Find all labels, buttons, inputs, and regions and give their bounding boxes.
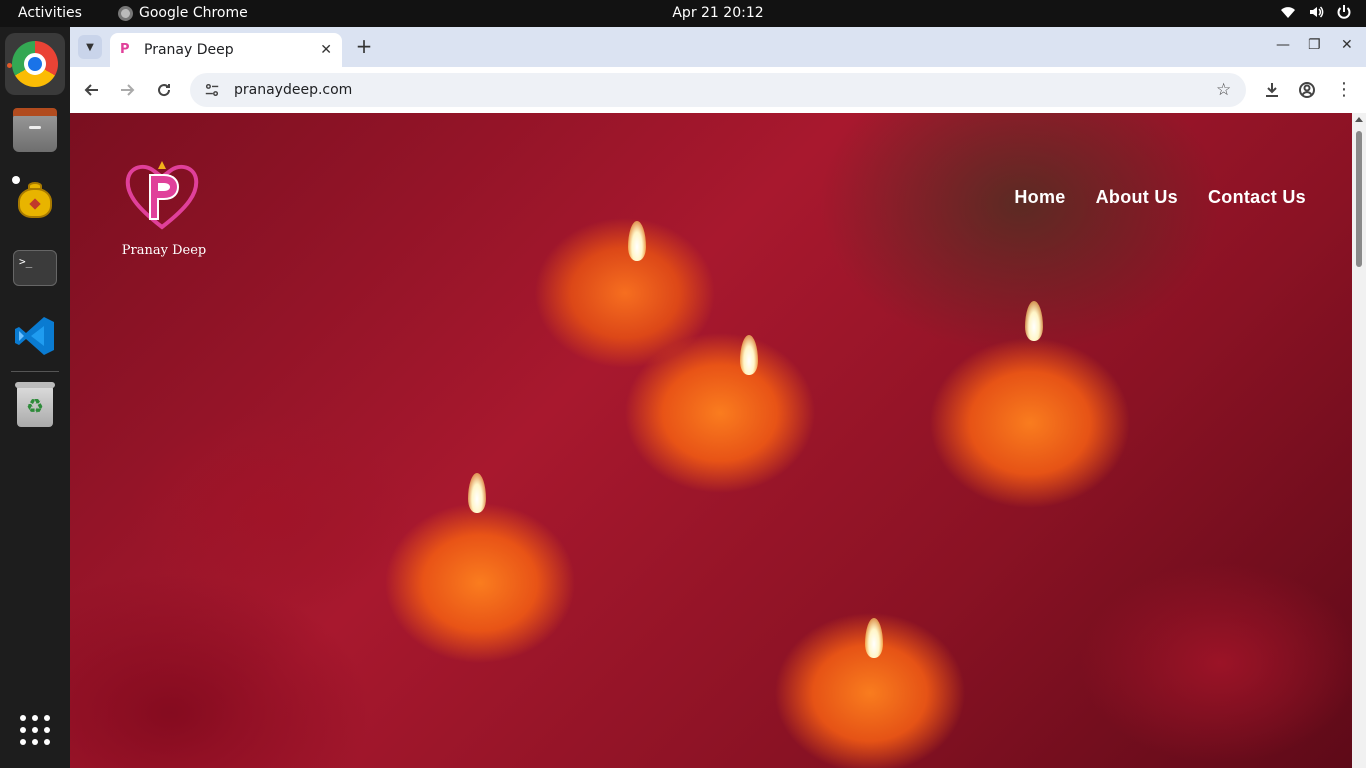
heart-p-logo-icon [125, 161, 199, 230]
logo-caption: Pranay Deep [121, 243, 207, 258]
download-icon [1266, 83, 1278, 97]
site-info-icon[interactable] [202, 80, 222, 100]
chrome-small-icon [118, 5, 133, 21]
dock-vscode[interactable] [5, 305, 65, 367]
downloads-button[interactable] [1260, 78, 1284, 102]
chevron-down-icon: ▼ [86, 41, 94, 53]
clock[interactable]: Apr 21 20:12 [672, 5, 763, 21]
site-nav: Home About Us Contact Us [1014, 187, 1306, 208]
more-vertical-icon: ⋮ [1335, 79, 1353, 100]
profile-button[interactable] [1295, 78, 1319, 102]
minimize-button[interactable]: — [1276, 37, 1290, 53]
dock-files[interactable] [5, 101, 65, 163]
tab-title: Pranay Deep [144, 42, 234, 58]
site-logo[interactable]: Pranay Deep [114, 141, 214, 266]
volume-icon[interactable] [1308, 4, 1324, 24]
dock-teapot[interactable] [5, 169, 65, 231]
running-indicator [7, 63, 12, 68]
power-icon[interactable] [1336, 4, 1352, 24]
system-tray[interactable] [1280, 4, 1352, 24]
terminal-icon: >_ [13, 250, 57, 286]
maximize-button[interactable]: ❐ [1308, 37, 1321, 53]
dock-separator [11, 371, 59, 372]
dock-chrome[interactable] [5, 33, 65, 95]
tab-search-button[interactable]: ▼ [78, 35, 102, 59]
address-bar[interactable]: pranaydeep.com ☆ [190, 73, 1246, 107]
nav-home[interactable]: Home [1014, 187, 1065, 208]
nav-about-us[interactable]: About Us [1096, 187, 1178, 208]
scrollbar-thumb[interactable] [1356, 131, 1362, 267]
url-text[interactable]: pranaydeep.com [234, 82, 1216, 98]
system-top-bar: Activities Google Chrome Apr 21 20:12 [0, 0, 1366, 27]
dock: >_ ♻ [0, 27, 70, 768]
site-favicon-icon: P [120, 42, 130, 57]
close-window-button[interactable]: ✕ [1341, 37, 1353, 53]
candle-flame [740, 335, 758, 375]
dock-terminal[interactable]: >_ [5, 237, 65, 299]
bookmark-star-icon[interactable]: ☆ [1216, 80, 1246, 100]
arrow-right-icon [121, 84, 135, 96]
browser-toolbar: pranaydeep.com ☆ ⋮ [70, 67, 1366, 113]
trash-icon: ♻ [15, 382, 55, 427]
app-grid-icon[interactable] [20, 715, 50, 745]
candle-flame [1025, 301, 1043, 341]
back-button[interactable] [80, 78, 104, 102]
vscode-icon [14, 315, 56, 357]
activities-button[interactable]: Activities [18, 5, 82, 21]
menu-button[interactable]: ⋮ [1332, 78, 1356, 102]
candle-flame [628, 221, 646, 261]
nav-contact-us[interactable]: Contact Us [1208, 187, 1306, 208]
arrow-left-icon [84, 84, 98, 96]
app-name-label: Google Chrome [139, 5, 248, 21]
candle-flame [468, 473, 486, 513]
reload-button[interactable] [152, 78, 176, 102]
files-icon [13, 108, 57, 152]
teapot-icon [12, 176, 58, 220]
profile-icon [1299, 82, 1315, 98]
candle-flame [865, 618, 883, 658]
page-scrollbar[interactable] [1352, 113, 1366, 768]
close-tab-icon[interactable]: ✕ [320, 42, 332, 58]
browser-window: ▼ P Pranay Deep ✕ + — ❐ ✕ pranaydeep.com… [70, 27, 1366, 768]
reload-icon [158, 84, 171, 97]
chrome-icon [12, 41, 58, 87]
tab-strip: ▼ P Pranay Deep ✕ + — ❐ ✕ [70, 27, 1366, 67]
tab-pranay-deep[interactable]: P Pranay Deep ✕ [110, 33, 342, 67]
new-tab-button[interactable]: + [352, 35, 376, 59]
forward-button[interactable] [115, 78, 139, 102]
hero-background: Pranay Deep Home About Us Contact Us [70, 113, 1352, 768]
app-menu[interactable]: Google Chrome [118, 5, 248, 21]
wifi-icon[interactable] [1280, 4, 1296, 24]
dock-trash[interactable]: ♻ [5, 375, 65, 437]
scroll-up-arrow-icon[interactable] [1355, 117, 1363, 122]
